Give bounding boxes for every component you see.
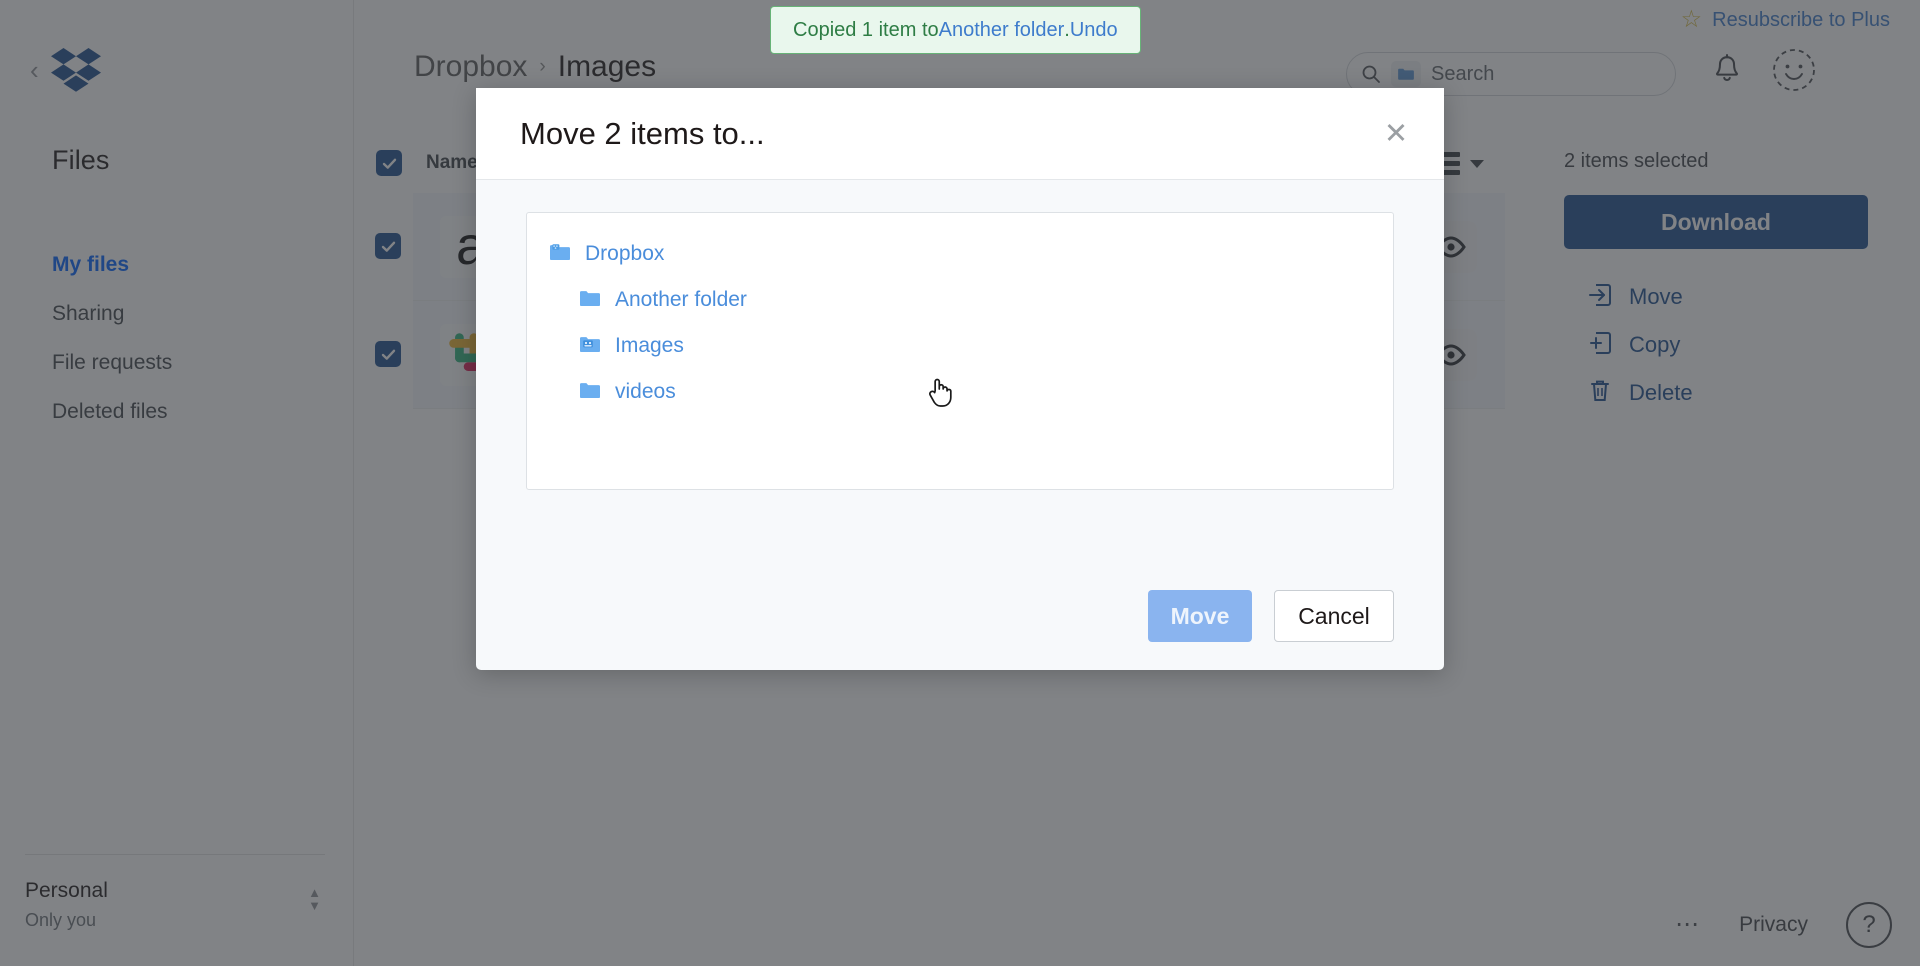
dialog-move-button[interactable]: Move <box>1148 590 1252 642</box>
folder-tree-item-another-folder[interactable]: Another folder <box>527 277 1393 323</box>
toast-folder-link[interactable]: Another folder <box>939 19 1065 42</box>
folder-tree-label: videos <box>615 380 676 403</box>
dialog-footer: Move Cancel <box>476 562 1444 670</box>
move-items-dialog: Move 2 items to... ✕ Dropbox Another fol… <box>476 88 1444 670</box>
folder-icon <box>579 289 601 312</box>
folder-tree-label: Images <box>615 334 684 357</box>
folder-icon <box>579 381 601 404</box>
folder-tree[interactable]: Dropbox Another folder Images videos <box>526 212 1394 490</box>
folder-tree-label: Another folder <box>615 288 747 311</box>
toast-undo-link[interactable]: Undo <box>1070 19 1118 42</box>
shared-folder-icon <box>579 335 601 358</box>
dialog-header: Move 2 items to... ✕ <box>476 88 1444 180</box>
dropbox-folder-icon <box>549 243 571 266</box>
folder-tree-item-videos[interactable]: videos <box>527 369 1393 415</box>
folder-tree-item-dropbox[interactable]: Dropbox <box>527 231 1393 277</box>
toast-notification: Copied 1 item to Another folder . Undo <box>770 6 1141 54</box>
dropbox-app: ‹ Files My files Sharing File requests D… <box>0 0 1920 966</box>
dialog-title: Move 2 items to... <box>520 115 765 151</box>
toast-prefix: Copied 1 item to <box>793 18 939 41</box>
close-icon[interactable]: ✕ <box>1378 115 1414 151</box>
dialog-cancel-button[interactable]: Cancel <box>1274 590 1394 642</box>
folder-tree-item-images[interactable]: Images <box>527 323 1393 369</box>
dialog-body: Dropbox Another folder Images videos <box>476 180 1444 562</box>
folder-tree-label: Dropbox <box>585 242 665 265</box>
